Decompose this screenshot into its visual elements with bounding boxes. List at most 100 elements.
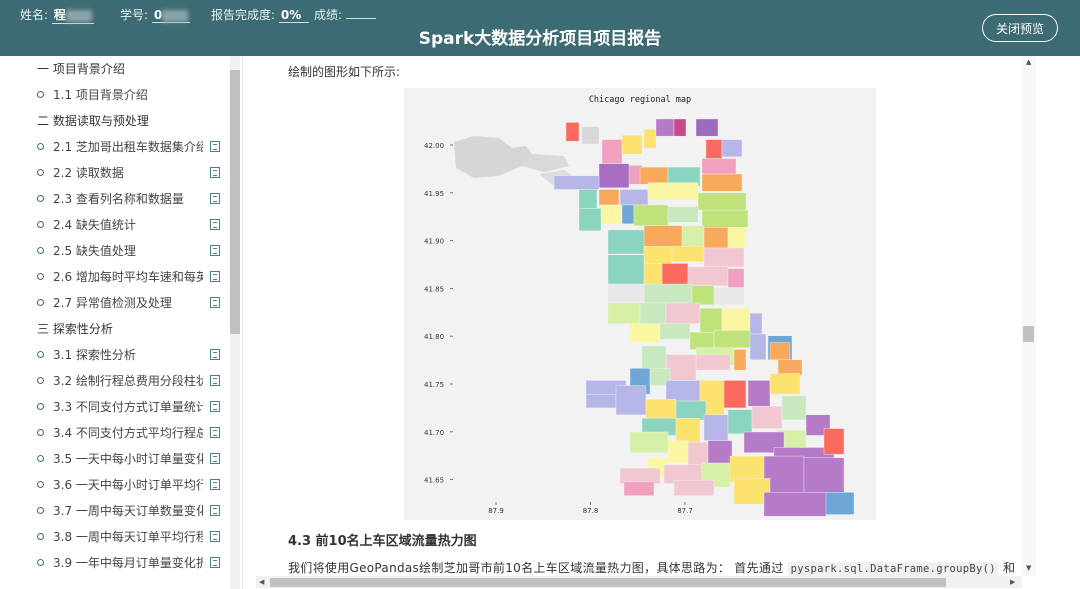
toc-item[interactable]: 1.1 项目背景介绍	[28, 82, 242, 108]
inline-code: pyspark.sql.DataFrame.groupBy()	[787, 562, 999, 576]
content-vertical-scrollbar[interactable]: ▲ ▼	[1022, 56, 1036, 576]
toc-item-label: 3.5 一天中每小时订单量变化折线图	[53, 452, 203, 466]
toc-item[interactable]: 3.7 一周中每天订单数量变化折线图	[28, 498, 242, 524]
toc-section-title[interactable]: 二 数据读取与预处理	[28, 108, 242, 134]
toc-item-label: 2.5 缺失值处理	[53, 244, 136, 258]
document-icon[interactable]	[210, 479, 220, 490]
map-region	[701, 209, 749, 228]
x-tick-label: 87.9	[488, 507, 504, 515]
y-tick-label: 42.00	[424, 142, 444, 150]
toc-item[interactable]: 3.2 绘制行程总费用分段柱状图	[28, 368, 242, 394]
map-region	[707, 440, 733, 465]
scroll-right-arrow-icon[interactable]: ▶	[1010, 578, 1015, 586]
toc-item[interactable]: 3.1 探索性分析	[28, 342, 242, 368]
sidebar-scrollbar-thumb[interactable]	[230, 70, 240, 334]
toc-item[interactable]: 3.5 一天中每小时订单量变化折线图	[28, 446, 242, 472]
map-region	[763, 492, 827, 517]
map-region	[687, 266, 729, 287]
student-id: 学号: 0	[120, 6, 191, 23]
map-region	[619, 467, 661, 484]
map-region	[723, 380, 747, 409]
score-label: 成绩:	[314, 8, 343, 22]
name-label: 姓名:	[20, 8, 49, 22]
content-vertical-scrollbar-thumb[interactable]	[1023, 326, 1034, 342]
document-icon[interactable]	[210, 531, 220, 542]
circle-bullet-icon	[37, 377, 44, 384]
document-icon[interactable]	[210, 141, 220, 152]
toc-item[interactable]: 3.8 一周中每天订单平均行程费用	[28, 524, 242, 550]
toc-item[interactable]: 3.3 不同支付方式订单量统计	[28, 394, 242, 420]
circle-bullet-icon	[37, 273, 44, 280]
map-region	[629, 323, 661, 343]
map-region	[659, 323, 691, 340]
map-region	[601, 139, 623, 164]
toc-item-label: 3.7 一周中每天订单数量变化折线图	[53, 504, 203, 518]
circle-bullet-icon	[37, 403, 44, 410]
circle-bullet-icon	[37, 455, 44, 462]
document-icon[interactable]	[210, 193, 220, 204]
circle-bullet-icon	[37, 247, 44, 254]
content-horizontal-scrollbar-thumb[interactable]	[270, 578, 946, 587]
document-icon[interactable]	[210, 557, 220, 568]
circle-bullet-icon	[37, 299, 44, 306]
map-region	[675, 418, 701, 443]
scroll-left-arrow-icon[interactable]: ◀	[259, 578, 264, 586]
toc-item[interactable]: 2.2 读取数据	[28, 160, 242, 186]
map-region	[621, 135, 643, 155]
toc-item[interactable]: 3.9 一年中每月订单量变化折线图	[28, 550, 242, 576]
y-tick-label: 41.75	[424, 381, 444, 389]
scroll-up-arrow-icon[interactable]: ▲	[1026, 58, 1031, 66]
map-region	[643, 246, 673, 264]
map-region	[695, 118, 719, 137]
map-region	[633, 204, 669, 226]
document-icon[interactable]	[210, 427, 220, 438]
map-region	[701, 173, 743, 192]
toc-item[interactable]: 3.4 不同支付方式平均行程总费用	[28, 420, 242, 446]
toc-item-label: 2.1 芝加哥出租车数据集介绍	[53, 140, 203, 154]
map-region	[673, 118, 687, 137]
map-region	[727, 268, 745, 288]
document-icon[interactable]	[210, 297, 220, 308]
map-region	[629, 431, 669, 453]
toc-item[interactable]: 2.6 增加每时平均车速和每英里费用	[28, 264, 242, 290]
map-region	[703, 227, 729, 249]
map-region	[639, 302, 667, 324]
map-region	[699, 307, 723, 333]
document-icon[interactable]	[210, 505, 220, 516]
toc-item[interactable]: 2.3 查看列名称和数据量	[28, 186, 242, 212]
circle-bullet-icon	[37, 533, 44, 540]
map-region	[721, 139, 743, 157]
document-icon[interactable]	[210, 271, 220, 282]
map-region	[578, 208, 602, 231]
toc-item[interactable]: 2.5 缺失值处理	[28, 238, 242, 264]
map-region	[747, 380, 771, 407]
toc-item-label: 3.2 绘制行程总费用分段柱状图	[53, 374, 203, 388]
toc-section-title[interactable]: 一 项目背景介绍	[28, 56, 242, 82]
document-icon[interactable]	[210, 375, 220, 386]
close-preview-button[interactable]: 关闭预览	[982, 14, 1058, 42]
score: 成绩:	[314, 6, 376, 23]
toc-item[interactable]: 3.6 一天中每小时订单平均行程费用	[28, 472, 242, 498]
document-icon[interactable]	[210, 245, 220, 256]
map-region	[721, 307, 751, 331]
map-region	[615, 385, 647, 415]
toc-section-title[interactable]: 三 探索性分析	[28, 316, 242, 342]
y-tick-label: 41.65	[424, 477, 444, 485]
toc-item-label: 2.3 查看列名称和数据量	[53, 192, 184, 206]
toc-item-label: 3.9 一年中每月订单量变化折线图	[53, 556, 203, 570]
document-icon[interactable]	[210, 219, 220, 230]
circle-bullet-icon	[37, 351, 44, 358]
document-icon[interactable]	[210, 401, 220, 412]
y-tick-label: 41.90	[424, 238, 444, 246]
map-region	[823, 492, 855, 515]
toc-item[interactable]: 2.1 芝加哥出租车数据集介绍	[28, 134, 242, 160]
map-region	[713, 330, 751, 348]
document-icon[interactable]	[210, 453, 220, 464]
progress-value: 0%	[278, 8, 309, 23]
document-icon[interactable]	[210, 349, 220, 360]
document-icon[interactable]	[210, 167, 220, 178]
map-region	[703, 414, 729, 441]
toc-item[interactable]: 2.7 异常值检测及处理	[28, 290, 242, 316]
toc-item[interactable]: 2.4 缺失值统计	[28, 212, 242, 238]
scroll-down-arrow-icon[interactable]: ▼	[1026, 564, 1031, 572]
